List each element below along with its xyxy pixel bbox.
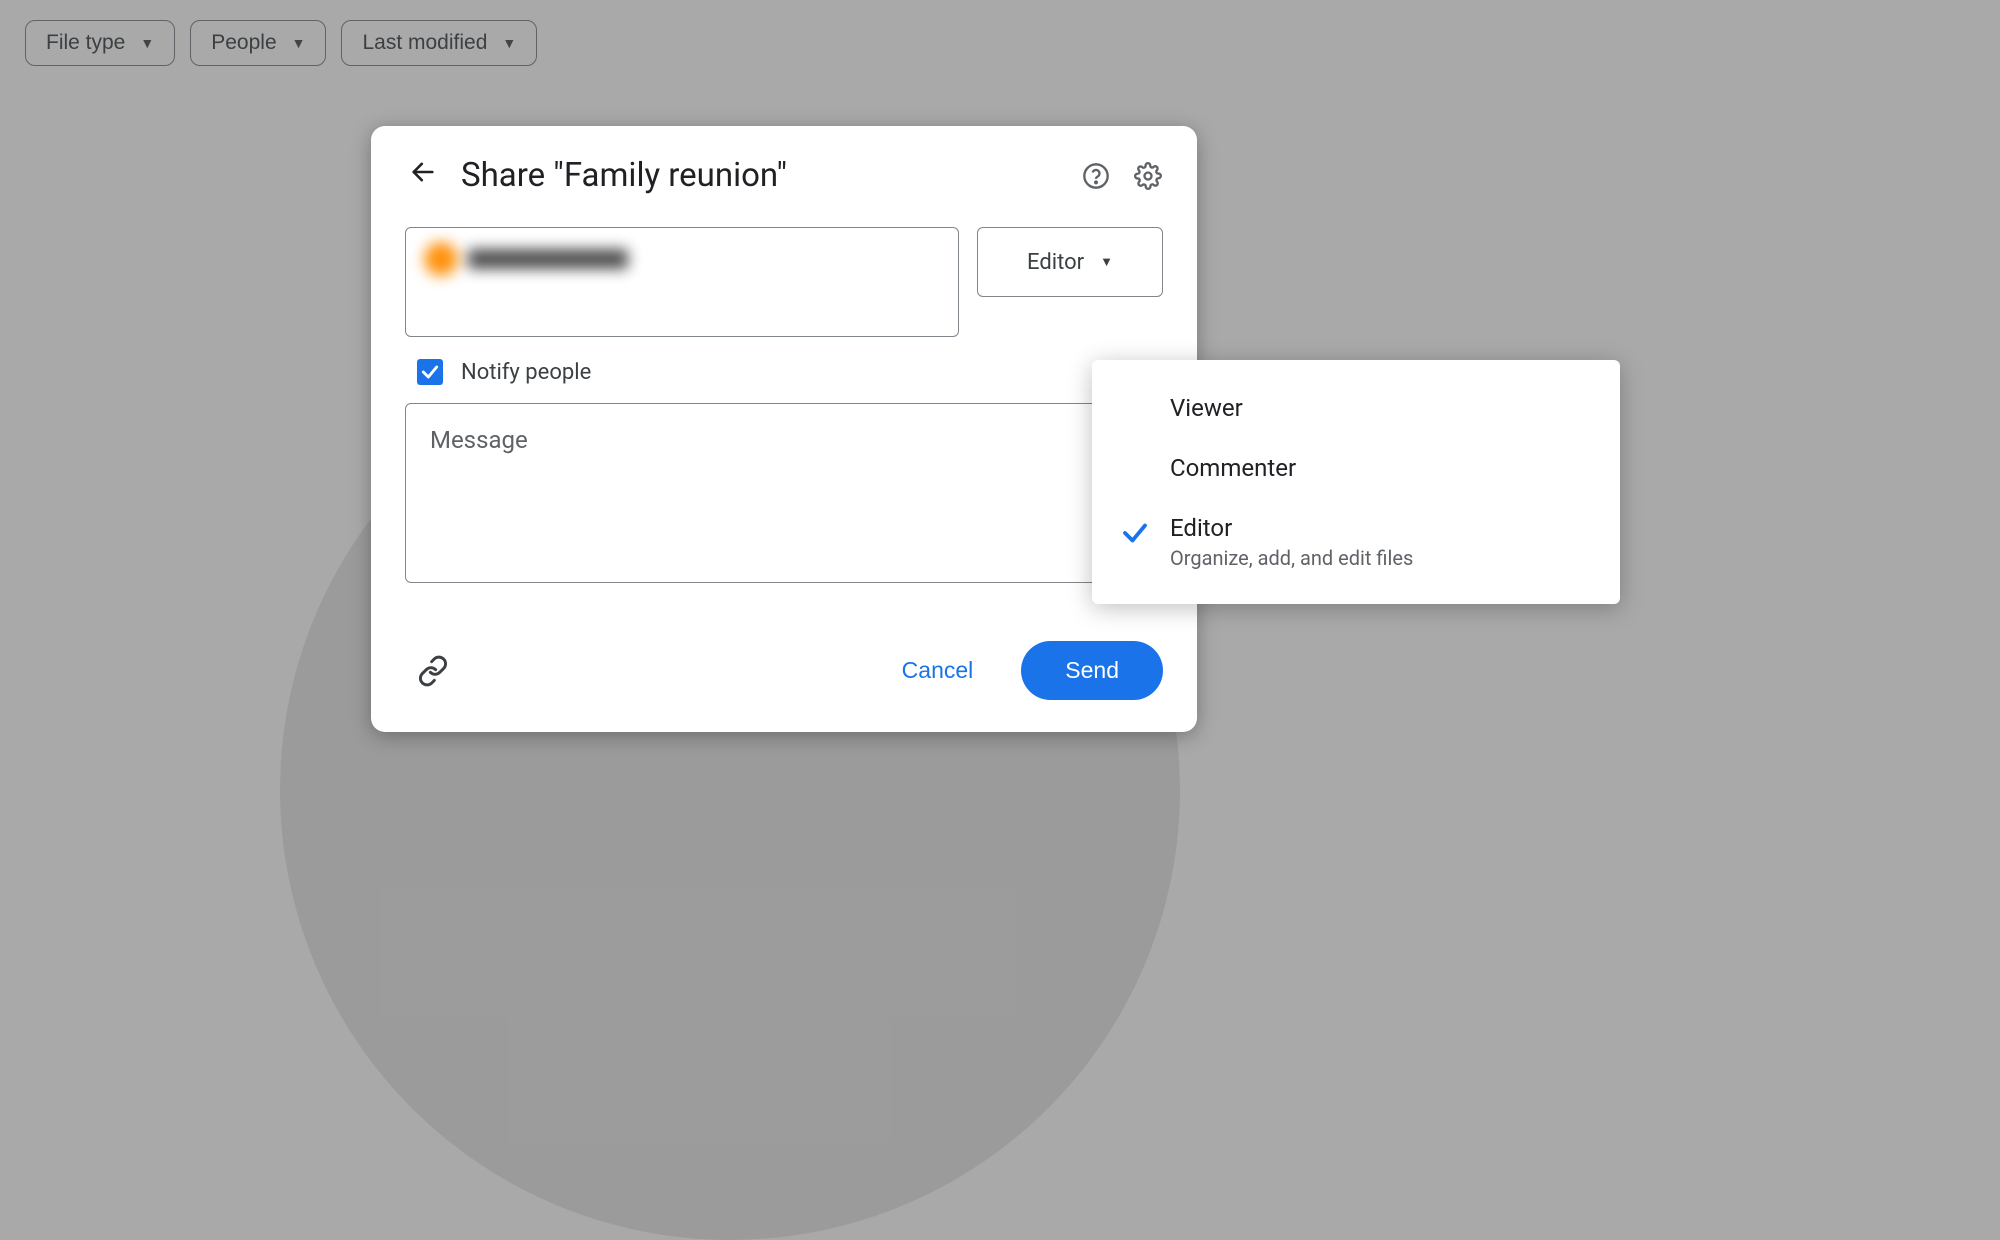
notify-row: Notify people — [405, 359, 1163, 385]
input-row: Editor ▼ — [405, 227, 1163, 337]
role-option-label: Commenter — [1170, 454, 1296, 482]
message-textarea[interactable]: Message — [405, 403, 1163, 583]
role-option-editor[interactable]: Editor Organize, add, and edit files — [1092, 498, 1620, 586]
chevron-down-icon: ▼ — [292, 35, 306, 51]
notify-checkbox[interactable] — [417, 359, 443, 385]
role-dropdown-label: Editor — [1027, 250, 1084, 275]
chevron-down-icon: ▼ — [140, 35, 154, 51]
dialog-header: Share "Family reunion" — [405, 154, 1163, 197]
role-option-viewer[interactable]: Viewer — [1092, 378, 1620, 438]
message-placeholder: Message — [430, 426, 528, 454]
check-icon-slot — [1120, 454, 1170, 458]
people-input[interactable] — [405, 227, 959, 337]
filter-last-modified[interactable]: Last modified ▼ — [341, 20, 537, 66]
filter-label: File type — [46, 31, 125, 55]
dialog-footer: Cancel Send — [405, 641, 1163, 700]
role-option-commenter[interactable]: Commenter — [1092, 438, 1620, 498]
role-option-desc: Organize, add, and edit files — [1170, 546, 1413, 570]
filter-bar: File type ▼ People ▼ Last modified ▼ — [25, 20, 537, 66]
copy-link-button[interactable] — [413, 651, 453, 691]
filter-people[interactable]: People ▼ — [190, 20, 326, 66]
filter-label: People — [211, 31, 276, 55]
check-icon-slot — [1120, 394, 1170, 398]
dialog-title: Share "Family reunion" — [461, 156, 1061, 195]
role-option-label: Editor — [1170, 514, 1413, 542]
gear-icon[interactable] — [1133, 161, 1163, 191]
help-icon[interactable] — [1081, 161, 1111, 191]
share-dialog: Share "Family reunion" Editor ▼ Notify p… — [371, 126, 1197, 732]
filter-label: Last modified — [362, 31, 487, 55]
filter-file-type[interactable]: File type ▼ — [25, 20, 175, 66]
check-icon — [1120, 514, 1170, 548]
role-option-label: Viewer — [1170, 394, 1243, 422]
cancel-button[interactable]: Cancel — [874, 643, 1002, 698]
chevron-down-icon: ▼ — [502, 35, 516, 51]
recipient-chip-redacted — [424, 242, 628, 276]
send-button[interactable]: Send — [1021, 641, 1163, 700]
role-menu: Viewer Commenter Editor Organize, add, a… — [1092, 360, 1620, 604]
redacted-name — [468, 249, 628, 269]
notify-label: Notify people — [461, 360, 591, 385]
chevron-down-icon: ▼ — [1100, 254, 1113, 270]
back-button[interactable] — [405, 154, 441, 197]
avatar — [424, 242, 458, 276]
role-dropdown[interactable]: Editor ▼ — [977, 227, 1163, 297]
